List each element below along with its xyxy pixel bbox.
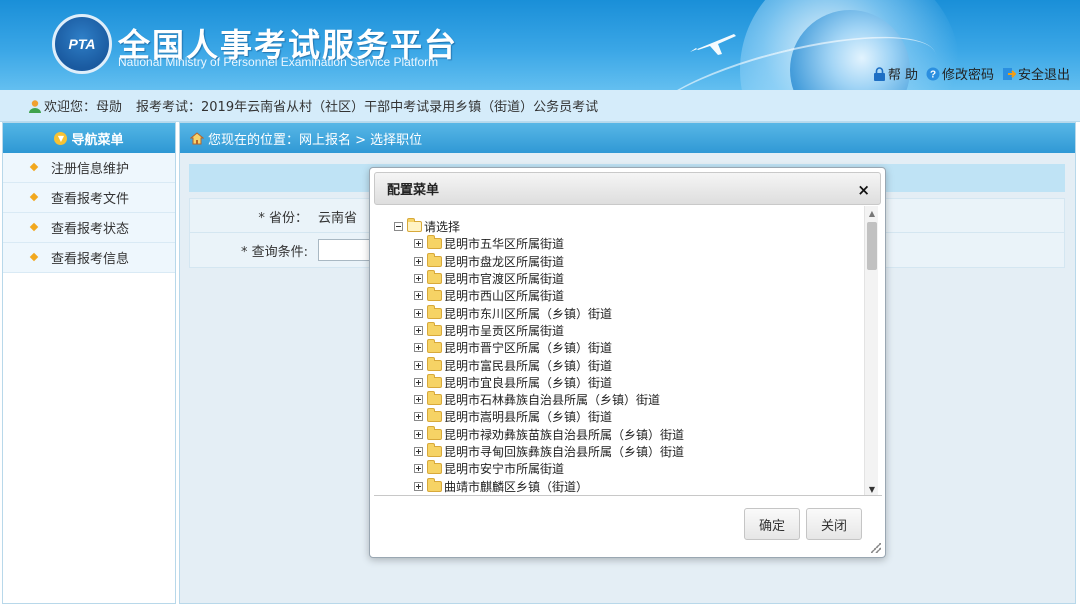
expand-icon[interactable] xyxy=(414,377,423,387)
tree-node[interactable]: 昆明市禄劝彝族苗族自治县所属（乡镇）街道 xyxy=(394,425,684,443)
tree-node[interactable]: 昆明市官渡区所属街道 xyxy=(394,270,684,287)
folder-icon xyxy=(427,356,442,371)
tree-node[interactable]: 昆明市石林彝族自治县所属（乡镇）街道 xyxy=(394,391,684,408)
folder-icon xyxy=(427,270,442,285)
airplane-icon xyxy=(690,34,736,55)
expand-icon[interactable] xyxy=(414,412,423,422)
user-icon xyxy=(29,99,41,113)
tree-node[interactable]: 昆明市富民县所属（乡镇）街道 xyxy=(394,356,684,373)
sidebar-header: ▼ 导航菜单 xyxy=(3,123,175,153)
dialog-title: 配置菜单 xyxy=(387,183,440,198)
sidebar-item-exam-files[interactable]: 查看报考文件 xyxy=(3,183,175,213)
folder-icon xyxy=(427,408,442,423)
expand-icon[interactable] xyxy=(414,447,423,456)
config-menu-dialog: 配置菜单 × 请选择 昆明市五华区所属街道 昆明市盘龙区所属街道 昆明市官渡区所… xyxy=(369,167,886,558)
scroll-up-icon[interactable]: ▲ xyxy=(865,206,879,220)
home-icon xyxy=(190,131,204,144)
sidebar-title: 导航菜单 xyxy=(71,132,124,148)
expand-icon[interactable] xyxy=(414,325,423,335)
scroll-down-icon[interactable]: ▼ xyxy=(865,482,879,495)
folder-icon xyxy=(427,339,442,354)
platform-subtitle: National Ministry of Personnel Examinati… xyxy=(118,55,439,69)
sidebar-item-register-info[interactable]: 注册信息维护 xyxy=(3,153,175,183)
help-link[interactable]: 帮 助 xyxy=(873,64,918,83)
expand-icon[interactable] xyxy=(414,360,423,370)
svg-text:?: ? xyxy=(930,69,936,80)
lock-icon xyxy=(873,66,885,81)
expand-icon[interactable] xyxy=(414,429,423,439)
folder-icon xyxy=(427,460,442,475)
tree-node[interactable]: 昆明市东川区所属（乡镇）街道 xyxy=(394,304,684,321)
help-icon: ? xyxy=(926,67,940,80)
province-value: 云南省 xyxy=(318,210,358,226)
folder-icon xyxy=(427,252,442,267)
change-password-link[interactable]: ? 修改密码 xyxy=(926,64,994,83)
close-icon[interactable]: × xyxy=(857,181,870,199)
folder-icon xyxy=(427,391,442,406)
dialog-footer: 确定 关闭 xyxy=(370,498,885,557)
tree-node[interactable]: 昆明市呈贡区所属街道 xyxy=(394,321,684,339)
tree-node[interactable]: 昆明市西山区所属街道 xyxy=(394,287,684,304)
chevron-down-icon: ▼ xyxy=(54,131,68,145)
breadcrumb: 您现在的位置：网上报名 > 选择职位 xyxy=(180,123,1075,153)
sidebar: ▼ 导航菜单 注册信息维护 查看报考文件 查看报考状态 查看报考信息 xyxy=(2,122,176,604)
query-label: * 查询条件: xyxy=(240,244,308,260)
folder-icon xyxy=(427,425,442,440)
expand-icon[interactable] xyxy=(414,274,423,284)
pta-logo: PTA xyxy=(52,14,112,74)
folder-icon xyxy=(427,373,442,388)
expand-icon[interactable] xyxy=(414,395,423,405)
welcome-text: 欢迎您：母勋 xyxy=(44,100,123,115)
dialog-header: 配置菜单 × xyxy=(374,172,881,205)
expand-icon[interactable] xyxy=(414,464,423,474)
expand-icon[interactable] xyxy=(414,291,423,301)
folder-icon xyxy=(427,287,442,302)
expand-icon[interactable] xyxy=(414,481,423,491)
tree-node[interactable]: 昆明市五华区所属街道 xyxy=(394,235,684,252)
tree-root[interactable]: 请选择 xyxy=(394,218,684,235)
expand-icon[interactable] xyxy=(414,256,423,266)
folder-icon xyxy=(427,235,442,250)
sidebar-item-exam-status[interactable]: 查看报考状态 xyxy=(3,213,175,243)
exam-text: 报考考试：2019年云南省从村（社区）干部中考试录用乡镇（街道）公务员考试 xyxy=(136,100,599,115)
collapse-icon[interactable] xyxy=(394,222,403,232)
tree-node[interactable]: 曲靖市麒麟区乡镇（街道） xyxy=(394,477,684,494)
tree-node[interactable]: 昆明市晋宁区所属（乡镇）街道 xyxy=(394,339,684,356)
info-bar: 欢迎您：母勋 报考考试：2019年云南省从村（社区）干部中考试录用乡镇（街道）公… xyxy=(0,90,1080,122)
bullet-icon xyxy=(29,252,39,262)
folder-icon xyxy=(427,477,442,492)
exit-icon xyxy=(1002,67,1016,80)
tree-node[interactable]: 昆明市嵩明县所属（乡镇）街道 xyxy=(394,408,684,425)
logout-link[interactable]: 安全退出 xyxy=(1002,64,1070,83)
tree-container: 请选择 昆明市五华区所属街道 昆明市盘龙区所属街道 昆明市官渡区所属街道 昆明市… xyxy=(374,206,882,496)
expand-icon[interactable] xyxy=(414,239,423,249)
resize-handle-icon[interactable] xyxy=(871,543,881,553)
bullet-icon xyxy=(29,222,39,232)
tree-node[interactable]: 昆明市寻甸回族彝族自治县所属（乡镇）街道 xyxy=(394,443,684,460)
folder-icon xyxy=(427,304,442,319)
expand-icon[interactable] xyxy=(414,343,423,353)
folder-icon xyxy=(427,321,442,336)
bullet-icon xyxy=(29,162,39,172)
tree-node[interactable]: 昆明市安宁市所属街道 xyxy=(394,460,684,477)
sidebar-item-exam-info[interactable]: 查看报考信息 xyxy=(3,243,175,273)
folder-open-icon xyxy=(407,218,422,233)
tree-node[interactable]: 昆明市盘龙区所属街道 xyxy=(394,252,684,270)
tree-node[interactable]: 昆明市宜良县所属（乡镇）街道 xyxy=(394,373,684,391)
bullet-icon xyxy=(29,192,39,202)
expand-icon[interactable] xyxy=(414,308,423,318)
region-tree: 请选择 昆明市五华区所属街道 昆明市盘龙区所属街道 昆明市官渡区所属街道 昆明市… xyxy=(394,218,684,495)
tree-scrollbar[interactable]: ▲ ▼ xyxy=(864,206,879,495)
folder-icon xyxy=(427,443,442,457)
scroll-thumb[interactable] xyxy=(867,222,877,270)
close-button[interactable]: 关闭 xyxy=(806,508,862,540)
province-label: * 省份： xyxy=(258,210,308,226)
top-links: 帮 助 ? 修改密码 安全退出 xyxy=(873,64,1070,83)
header-banner: PTA 全国人事考试服务平台 National Ministry of Pers… xyxy=(0,0,1080,90)
confirm-button[interactable]: 确定 xyxy=(744,508,800,540)
